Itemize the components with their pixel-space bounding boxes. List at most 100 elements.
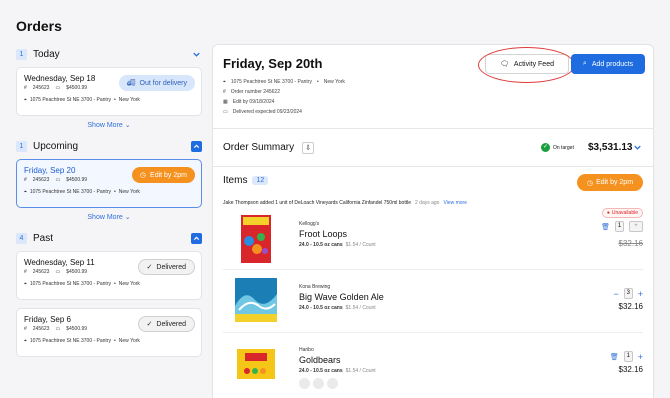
annotation-circle xyxy=(478,47,575,83)
product-price: $32.16 xyxy=(618,365,643,374)
increment-button[interactable]: + xyxy=(629,221,643,232)
past-count: 4 xyxy=(16,232,27,244)
edit-by-line: ▦ Edit by 09/18/2024 xyxy=(223,99,275,105)
check-icon: ✓ xyxy=(146,321,153,328)
order-card-past[interactable]: Wednesday, Sep 11 #245623 ▭ $4500.99 ⌖ 1075… xyxy=(16,251,202,300)
check-circle-icon: ✓ xyxy=(541,143,550,152)
order-header: Friday, Sep 20th ⌖ 1075 Peachtree St NE 3… xyxy=(213,45,653,129)
delivered-badge: ✓ Delivered xyxy=(137,259,195,275)
add-products-button[interactable]: ⌕ Add products xyxy=(571,54,645,74)
tag-icon xyxy=(299,378,310,389)
product-image xyxy=(235,213,277,265)
items-header: Items 12 ◷ Edit by 2pm Jake Thompson added… xyxy=(213,167,653,207)
chevron-down-icon[interactable] xyxy=(191,49,202,60)
export-icon[interactable]: ⇩ xyxy=(302,141,315,154)
quantity-value[interactable]: 1 xyxy=(623,351,633,362)
orders-sidebar: 1 Today Wednesday, Sep 18 #245623 ▭ $4500.… xyxy=(16,44,202,357)
product-name: Froot Loops xyxy=(299,229,348,239)
past-title: Past xyxy=(33,232,54,244)
product-image xyxy=(235,276,277,328)
truck-icon: 🚚︎ xyxy=(126,80,136,87)
quantity-stepper: 🗑︎ 1 + xyxy=(601,221,643,232)
upcoming-count: 1 xyxy=(16,140,27,152)
section-upcoming[interactable]: 1 Upcoming xyxy=(16,136,202,156)
order-address: ⌖ 1075 Peachtree St NE 3700 - Pantry • New … xyxy=(24,338,140,344)
order-address: ⌖ 1075 Peachtree St NE 3700 - Pantry • New … xyxy=(24,97,140,103)
status-badge: 🚚︎ Out for delivery xyxy=(118,75,195,91)
tag-icon xyxy=(313,378,324,389)
product-name: Goldbears xyxy=(299,355,341,365)
hash-icon: # xyxy=(24,85,27,91)
alert-icon: ● xyxy=(606,210,610,216)
decrement-button[interactable]: − xyxy=(613,289,618,299)
quantity-value[interactable]: 1 xyxy=(615,221,624,232)
product-info: Kona Brewing Big Wave Golden Ale 24.0 - … xyxy=(299,284,384,311)
on-target-indicator: ✓ On target xyxy=(541,143,574,152)
increment-button[interactable]: + xyxy=(638,289,643,299)
clock-icon: ◷ xyxy=(139,172,147,179)
leaf-icon xyxy=(327,378,338,389)
increment-button[interactable]: + xyxy=(638,352,643,362)
product-tags xyxy=(299,378,376,389)
pin-icon: ⌖ xyxy=(24,97,27,103)
chevron-up-icon[interactable] xyxy=(191,140,202,152)
delivered-line: ▭ Delivered expected 09/23/2024 xyxy=(223,109,302,115)
product-price: $32.16 xyxy=(618,239,643,248)
order-number-line: # Order number 245622 xyxy=(223,89,280,95)
order-address: ⌖ 1075 Peachtree St NE 3700 - Pantry • New … xyxy=(24,189,140,195)
show-more-today[interactable]: Show More ⌄ xyxy=(16,116,202,136)
edit-by-button[interactable]: ◷ Edit by 2pm xyxy=(577,174,643,191)
hash-icon: # xyxy=(223,89,226,95)
truck-icon: ▭ xyxy=(55,85,61,91)
product-image xyxy=(235,339,277,391)
quantity-stepper: 🗑︎ 1 + xyxy=(610,351,643,362)
today-title: Today xyxy=(33,48,60,60)
product-size: 24.0 - 10.5 oz cans $1.54 / Count xyxy=(299,242,376,248)
order-card-upcoming[interactable]: Friday, Sep 20 #245623 ▭ $4500.99 ⌖ 1075 Pe… xyxy=(16,159,202,208)
order-card-past[interactable]: Friday, Sep 6 #245623 ▭ $4500.99 ⌖ 1075 Pea… xyxy=(16,308,202,357)
edit-badge: ◷ Edit by 2pm xyxy=(131,167,195,183)
chevron-down-icon[interactable] xyxy=(632,142,643,153)
product-row: Kellogg's Froot Loops 24.0 - 10.5 oz can… xyxy=(223,207,643,270)
section-past[interactable]: 4 Past xyxy=(16,228,202,248)
trash-icon[interactable]: 🗑︎ xyxy=(601,223,610,231)
check-icon: ✓ xyxy=(146,264,153,271)
delivered-badge: ✓ Delivered xyxy=(137,316,195,332)
order-card-today[interactable]: Wednesday, Sep 18 #245623 ▭ $4500.99 ⌖ 1075… xyxy=(16,67,202,116)
product-row: Haribo Goldbears 24.0 - 10.5 oz cans $1.5… xyxy=(223,333,643,396)
summary-title: Order Summary xyxy=(223,142,295,153)
calendar-icon: ▦ xyxy=(223,99,228,105)
product-name: Big Wave Golden Ale xyxy=(299,292,384,302)
unavailable-badge: ● Unavailable xyxy=(601,208,643,218)
order-detail-panel: Friday, Sep 20th ⌖ 1075 Peachtree St NE 3… xyxy=(212,44,654,398)
search-icon: ⌕ xyxy=(582,60,587,67)
items-title: Items xyxy=(223,175,248,186)
product-brand: Kellogg's xyxy=(299,221,320,227)
order-amount: $4500.99 xyxy=(66,85,88,91)
order-address-line: ⌖ 1075 Peachtree St NE 3700 - Pantry • New … xyxy=(223,79,345,85)
quantity-stepper: − 3 + xyxy=(613,288,643,299)
product-size: 24.0 - 10.5 oz cans $1.54 / Count xyxy=(299,305,376,311)
trash-icon[interactable]: 🗑︎ xyxy=(610,353,619,361)
view-more-link[interactable]: View more xyxy=(443,200,467,206)
product-brand: Haribo xyxy=(299,347,314,353)
page-title: Orders xyxy=(16,18,62,34)
chevron-up-icon[interactable] xyxy=(191,232,202,244)
today-count: 1 xyxy=(16,48,27,60)
show-more-upcoming[interactable]: Show More ⌄ xyxy=(16,208,202,228)
truck-icon: ▭ xyxy=(223,109,228,115)
order-number: 245623 xyxy=(32,85,50,91)
order-summary[interactable]: Order Summary ⇩ ✓ On target $3,531.13 xyxy=(213,129,653,167)
product-price: $32.16 xyxy=(618,302,643,311)
quantity-value[interactable]: 3 xyxy=(623,288,633,299)
latest-activity: Jake Thompson added 1 unit of DeLoach Vi… xyxy=(223,200,467,206)
product-info: Kellogg's Froot Loops 24.0 - 10.5 oz can… xyxy=(299,221,376,248)
items-count: 12 xyxy=(252,176,269,185)
product-row: Kona Brewing Big Wave Golden Ale 24.0 - … xyxy=(223,270,643,333)
section-today[interactable]: 1 Today xyxy=(16,44,202,64)
order-address: ⌖ 1075 Peachtree St NE 3700 - Pantry • New … xyxy=(24,281,140,287)
product-size: 24.0 - 10.5 oz cans $1.54 / Count xyxy=(299,368,376,374)
upcoming-title: Upcoming xyxy=(33,140,79,152)
product-brand: Kona Brewing xyxy=(299,284,331,290)
pin-icon: ⌖ xyxy=(223,79,226,85)
